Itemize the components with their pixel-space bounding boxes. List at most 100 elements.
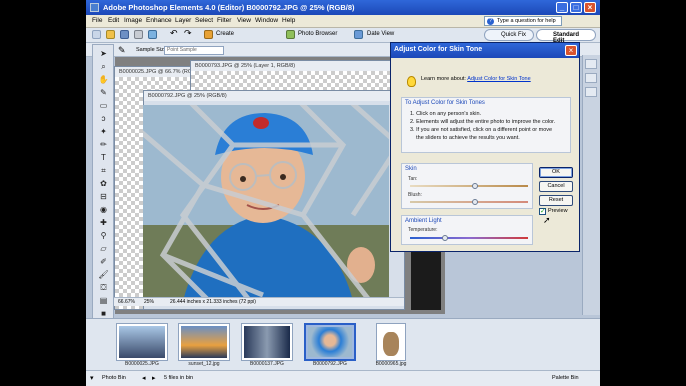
photo-canvas[interactable] bbox=[143, 105, 389, 301]
create-icon bbox=[204, 30, 213, 39]
dialog-title: Adjust Color for Skin Tone bbox=[391, 43, 579, 58]
blush-label: Blush: bbox=[408, 192, 422, 198]
bin-prev-icon[interactable]: ◂ bbox=[142, 374, 146, 382]
ambient-light-header: Ambient Light bbox=[405, 218, 442, 224]
document-size: 26.444 inches x 21.333 inches (72 ppi) bbox=[170, 299, 256, 305]
clone-stamp-tool-icon[interactable]: ⚲ bbox=[98, 231, 109, 240]
open-icon[interactable] bbox=[106, 30, 115, 39]
pencil-tool-icon[interactable]: ✐ bbox=[98, 257, 109, 266]
menu-view[interactable]: View bbox=[237, 17, 251, 24]
bin-next-icon[interactable]: ▸ bbox=[152, 374, 156, 382]
healing-brush-tool-icon[interactable]: ✚ bbox=[98, 218, 109, 227]
temperature-slider-thumb[interactable] bbox=[442, 235, 449, 241]
photo-browser-button[interactable]: Photo Browser bbox=[298, 31, 337, 37]
move-tool-icon[interactable]: ➤ bbox=[98, 49, 109, 58]
menu-image[interactable]: Image bbox=[124, 17, 142, 24]
minimize-button[interactable]: _ bbox=[556, 2, 568, 13]
thumbnail-4-image bbox=[308, 327, 352, 357]
eyedropper-icon: ✎ bbox=[118, 45, 126, 55]
undo-icon[interactable]: ↶ bbox=[170, 28, 178, 39]
print-icon[interactable] bbox=[134, 30, 143, 39]
tan-slider-thumb[interactable] bbox=[471, 183, 478, 189]
photo-bin-label[interactable]: Photo Bin bbox=[102, 375, 126, 381]
quick-fix-tab[interactable]: Quick Fix bbox=[484, 29, 534, 41]
reset-button[interactable]: Reset bbox=[539, 195, 573, 206]
new-icon[interactable] bbox=[92, 30, 101, 39]
ok-button[interactable]: OK bbox=[539, 167, 573, 178]
crop-tool-icon[interactable]: ⌗ bbox=[98, 166, 109, 175]
email-icon[interactable] bbox=[148, 30, 157, 39]
blush-slider-thumb[interactable] bbox=[471, 199, 478, 205]
files-count: 5 files in bin bbox=[164, 375, 194, 381]
background-document-preview bbox=[411, 250, 441, 310]
magic-wand-tool-icon[interactable]: ✦ bbox=[98, 127, 109, 136]
help-icon: ? bbox=[487, 18, 494, 25]
palette-bin-button-3[interactable] bbox=[585, 87, 597, 97]
menu-select[interactable]: Select bbox=[195, 17, 213, 24]
help-search-input[interactable]: ? Type a question for help bbox=[484, 16, 562, 26]
instruction-4: the sliders to achieve the results you w… bbox=[410, 135, 520, 141]
menu-window[interactable]: Window bbox=[255, 17, 278, 24]
selection-brush-tool-icon[interactable]: ✏ bbox=[98, 140, 109, 149]
thumbnail-3[interactable] bbox=[241, 323, 293, 361]
instructions-group: To Adjust Color for Skin Tones 1. Click … bbox=[401, 97, 571, 153]
red-eye-tool-icon[interactable]: ◉ bbox=[98, 205, 109, 214]
menu-file[interactable]: File bbox=[92, 17, 102, 24]
date-view-button[interactable]: Date View bbox=[367, 31, 394, 37]
cancel-button[interactable]: Cancel bbox=[539, 181, 573, 192]
menu-filter[interactable]: Filter bbox=[217, 17, 231, 24]
palette-bin-button-1[interactable] bbox=[585, 59, 597, 69]
tan-label: Tan: bbox=[408, 176, 418, 182]
sample-size-select[interactable]: Point Sample bbox=[164, 46, 224, 55]
create-button[interactable]: Create bbox=[216, 31, 234, 37]
thumbnail-4-selected[interactable] bbox=[304, 323, 356, 361]
date-view-icon bbox=[354, 30, 363, 39]
palette-bin-label[interactable]: Palette Bin bbox=[552, 375, 579, 381]
temperature-label: Temperature: bbox=[408, 227, 438, 233]
skin-header: Skin bbox=[405, 166, 417, 172]
instruction-2: 2. Elements will adjust the entire photo… bbox=[410, 119, 556, 125]
menu-edit[interactable]: Edit bbox=[108, 17, 119, 24]
menu-layer[interactable]: Layer bbox=[175, 17, 191, 24]
thumbnail-1[interactable] bbox=[116, 323, 168, 361]
learn-more-link[interactable]: Adjust Color for Skin Tone bbox=[467, 76, 531, 82]
type-tool-icon[interactable]: T bbox=[98, 153, 109, 162]
palette-bin bbox=[582, 55, 600, 315]
standard-edit-tab[interactable]: Standard Edit bbox=[536, 29, 596, 44]
thumbnail-5[interactable] bbox=[376, 323, 406, 361]
photo-bin-toggle-icon[interactable]: ▾ bbox=[90, 374, 94, 382]
photo-bin: B0000025.JPG sunset_12.jpg B0000137.JPG … bbox=[86, 318, 600, 370]
dialog-close-button[interactable]: × bbox=[565, 45, 577, 56]
document-title-back2: B0000793.JPG @ 25% (Layer 1, RGB/8) bbox=[191, 61, 399, 71]
temperature-slider-track[interactable] bbox=[410, 237, 528, 239]
preview-checkbox[interactable] bbox=[539, 207, 546, 215]
paint-bucket-tool-icon[interactable]: ⛋ bbox=[98, 283, 109, 292]
brush-tool-icon[interactable]: 🖌 bbox=[98, 270, 109, 279]
ambient-light-group: Ambient Light Temperature: bbox=[401, 215, 533, 245]
blush-slider-track[interactable] bbox=[410, 201, 528, 203]
zoom-tool-icon[interactable]: ⌕ bbox=[98, 62, 109, 71]
close-button[interactable]: × bbox=[584, 2, 596, 13]
hand-tool-icon[interactable]: ✋ bbox=[98, 75, 109, 84]
maximize-button[interactable]: □ bbox=[570, 2, 582, 13]
photo-browser-icon bbox=[286, 30, 295, 39]
marquee-tool-icon[interactable]: ▭ bbox=[98, 101, 109, 110]
eyedropper-tool-icon[interactable]: ✎ bbox=[98, 88, 109, 97]
toolbox: ➤ ⌕ ✋ ✎ ▭ ↄ ✦ ✏ T ⌗ ✿ ⊟ ◉ ✚ ⚲ ▱ ✐ 🖌 ⛋ ▤ … bbox=[92, 44, 114, 359]
thumbnail-2[interactable] bbox=[178, 323, 230, 361]
save-icon[interactable] bbox=[120, 30, 129, 39]
tan-slider-track[interactable] bbox=[410, 185, 528, 187]
palette-bin-button-2[interactable] bbox=[585, 73, 597, 83]
thumbnail-4-label: B0000792.JPG bbox=[313, 361, 347, 367]
gradient-tool-icon[interactable]: ▤ bbox=[98, 296, 109, 305]
straighten-tool-icon[interactable]: ⊟ bbox=[98, 192, 109, 201]
redo-icon[interactable]: ↷ bbox=[184, 28, 192, 39]
menu-bar: File Edit Image Enhance Layer Select Fil… bbox=[86, 15, 600, 28]
eraser-tool-icon[interactable]: ▱ bbox=[98, 244, 109, 253]
menu-help[interactable]: Help bbox=[282, 17, 295, 24]
menu-enhance[interactable]: Enhance bbox=[146, 17, 172, 24]
shape-tool-icon[interactable]: ■ bbox=[98, 309, 109, 318]
lasso-tool-icon[interactable]: ↄ bbox=[98, 114, 109, 123]
cookie-cutter-tool-icon[interactable]: ✿ bbox=[98, 179, 109, 188]
mouse-cursor-icon: ➚ bbox=[543, 215, 551, 225]
